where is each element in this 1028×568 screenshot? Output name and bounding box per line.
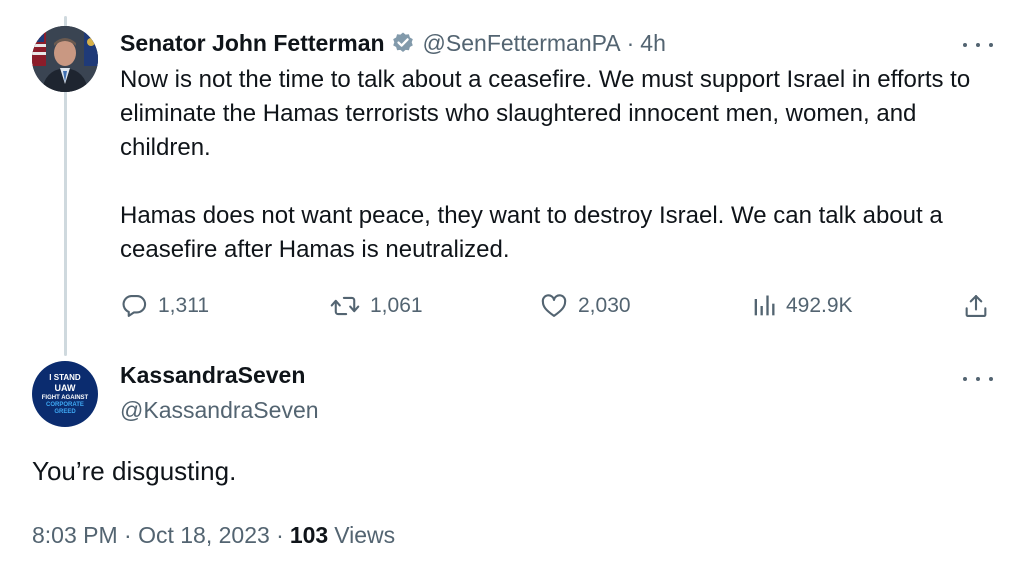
verified-badge-icon bbox=[391, 31, 415, 55]
repost-icon bbox=[330, 296, 360, 316]
more-icon[interactable] bbox=[963, 35, 993, 55]
share-icon bbox=[965, 295, 987, 317]
reply-count: 1,311 bbox=[158, 294, 209, 317]
reply-author-name[interactable]: KassandraSeven bbox=[120, 362, 305, 389]
avatar-text-line: GREED bbox=[54, 409, 76, 415]
reply-timestamp[interactable]: 8:03 PM · Oct 18, 2023 · bbox=[32, 522, 284, 549]
avatar-text-line: CORPORATE bbox=[46, 402, 84, 408]
views-icon bbox=[754, 295, 775, 316]
tweet-paragraph: Hamas does not want peace, they want to … bbox=[120, 202, 943, 263]
tweet-time[interactable]: 4h bbox=[640, 30, 666, 57]
tweet-body: Now is not the time to talk about a ceas… bbox=[120, 63, 1000, 267]
avatar-text-line: UAW bbox=[54, 383, 76, 393]
reply-meta: 8:03 PM · Oct 18, 2023 · 103 Views bbox=[32, 522, 395, 549]
reply-views-label: Views bbox=[334, 522, 396, 548]
like-icon bbox=[541, 294, 567, 317]
reply-button[interactable]: 1,311 bbox=[120, 288, 209, 324]
tweet-action-bar: 1,311 1,061 2,030 492.9K bbox=[0, 288, 1028, 324]
author-avatar-image bbox=[32, 26, 98, 92]
repost-count: 1,061 bbox=[370, 294, 423, 317]
views-button[interactable]: 492.9K bbox=[752, 288, 853, 324]
reply-icon bbox=[122, 295, 147, 317]
avatar-text-line: FIGHT AGAINST bbox=[41, 395, 89, 401]
tweet-paragraph: Now is not the time to talk about a ceas… bbox=[120, 66, 971, 161]
reply-author-avatar[interactable]: I STAND UAW FIGHT AGAINST CORPORATE GREE… bbox=[32, 361, 98, 427]
reply-author-handle[interactable]: @KassandraSeven bbox=[120, 397, 319, 424]
avatar-text-line: I STAND bbox=[49, 373, 81, 382]
share-button[interactable] bbox=[962, 288, 990, 324]
views-count: 492.9K bbox=[786, 294, 853, 317]
tweet-header: Senator John Fetterman @SenFettermanPA ·… bbox=[120, 28, 666, 58]
reply-views-count: 103 bbox=[289, 522, 329, 548]
more-icon[interactable] bbox=[963, 369, 993, 389]
like-count: 2,030 bbox=[578, 294, 631, 317]
reply-body: You’re disgusting. bbox=[32, 456, 237, 486]
author-avatar[interactable] bbox=[32, 26, 98, 92]
like-button[interactable]: 2,030 bbox=[540, 288, 631, 324]
author-name[interactable]: Senator John Fetterman bbox=[120, 30, 385, 57]
author-handle[interactable]: @SenFettermanPA bbox=[423, 30, 621, 57]
separator-dot: · bbox=[626, 29, 635, 56]
repost-button[interactable]: 1,061 bbox=[330, 288, 423, 324]
